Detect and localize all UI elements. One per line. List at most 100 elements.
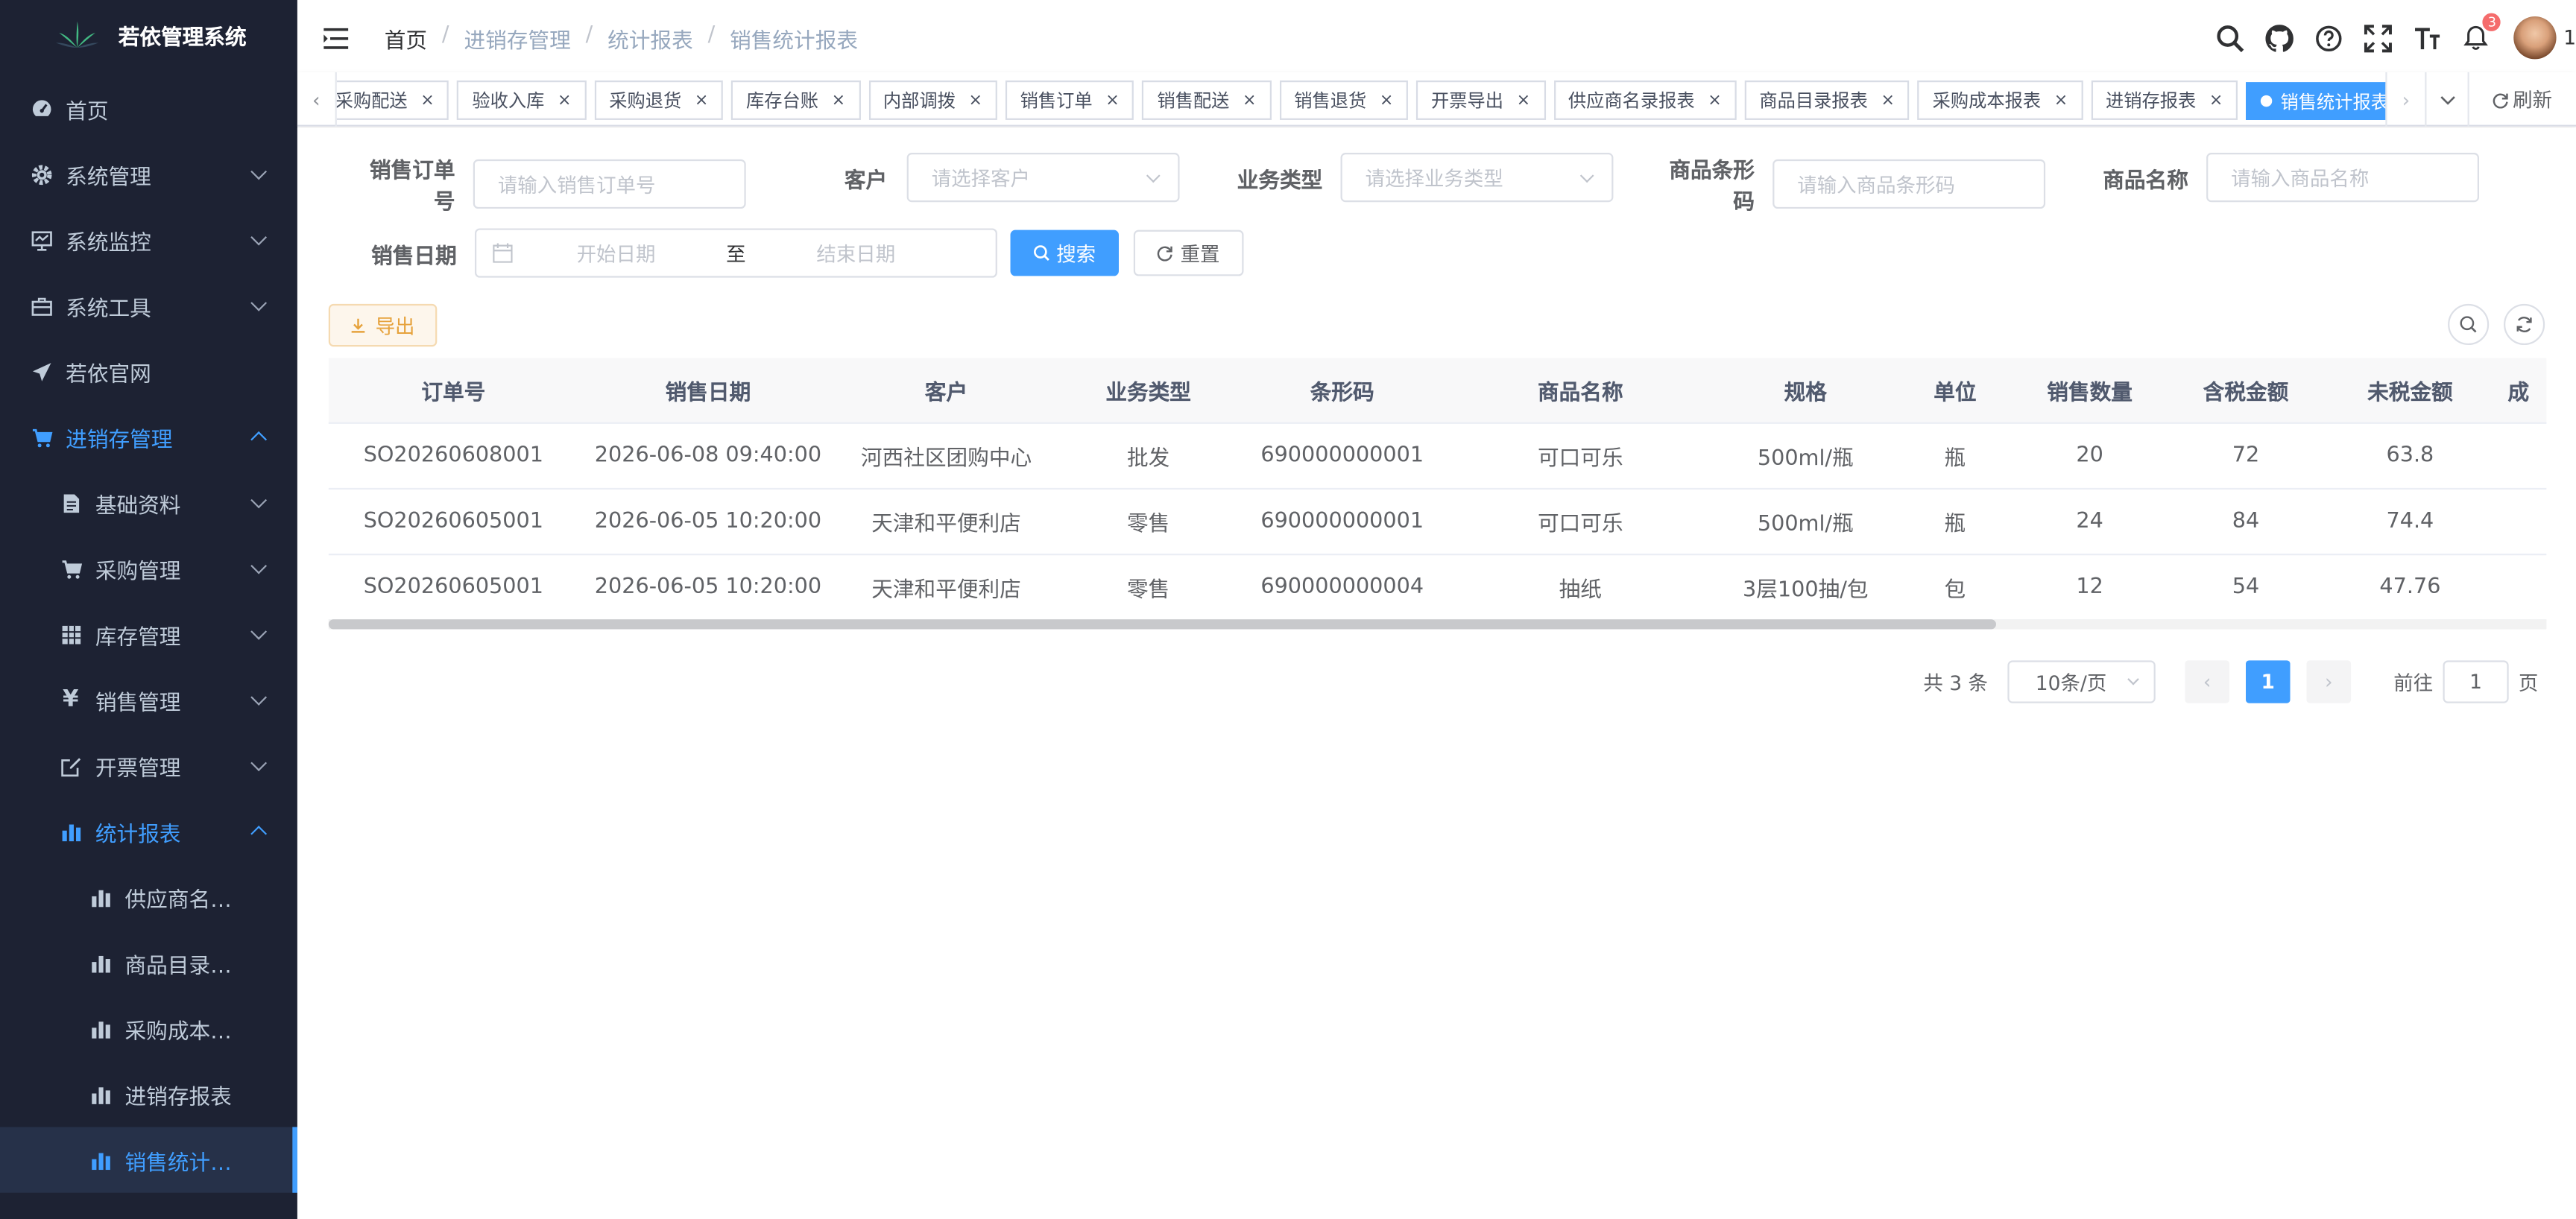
customer-label: 客户 [844,168,888,194]
sidebar-item-invoice-manage[interactable]: 开票管理 [0,732,297,798]
sidebar-item-purchase-cost-report[interactable]: 采购成本… [0,995,297,1061]
tab-tag[interactable]: 采购配送 × [336,80,449,120]
tags-scroll-left-button[interactable]: ‹ [297,72,337,127]
end-date-input[interactable]: 结束日期 [752,239,959,267]
sidebar-item-system-monitor[interactable]: 系统监控 [0,207,297,273]
tab-tag[interactable]: 商品目录报表 × [1744,80,1910,120]
close-icon[interactable]: × [1881,91,1894,109]
close-icon[interactable]: × [420,91,434,109]
close-icon[interactable]: × [1517,91,1530,109]
breadcrumb-item[interactable]: 首页 [385,23,427,54]
scrollbar-thumb[interactable] [328,619,1996,630]
order-no-input[interactable]: 请输入销售订单号 [473,159,746,209]
tab-tag[interactable]: 进销存报表 × [2091,80,2238,120]
page-number-current[interactable]: 1 [2245,660,2291,703]
prev-page-button[interactable]: ‹ [2185,660,2229,703]
search-button[interactable]: 搜索 [1010,229,1119,276]
tags-refresh-button[interactable]: 刷新 [2467,72,2576,127]
refresh-table-button[interactable] [2504,303,2545,346]
barcode-input[interactable]: 请输入商品条形码 [1772,159,2046,209]
sidebar-item-label: 系统管理 [66,165,151,190]
tab-tag-label: 采购配送 [336,90,408,112]
tab-tag[interactable]: 采购退货 × [594,80,724,120]
tab-tag[interactable]: 供应商名录报表 × [1553,80,1737,120]
chevron-down-icon [250,557,268,574]
reset-button[interactable]: 重置 [1133,229,1244,276]
sidebar-item-inventory-manage[interactable]: 进销存管理 [0,404,297,469]
table-row[interactable]: SO20260605001 2026-06-05 10:20:00 天津和平便利店 零… [328,490,2547,556]
sidebar-item-ruoyi-site[interactable]: 若依官网 [0,338,297,404]
github-icon[interactable] [2264,23,2294,53]
tab-tag-label: 销售配送 [1157,90,1230,112]
search-icon[interactable] [2215,23,2245,53]
close-icon[interactable]: × [558,91,571,109]
help-icon[interactable] [2314,23,2343,53]
tab-tag[interactable]: 库存台账 × [731,80,860,120]
logo-icon [55,21,99,48]
toggle-search-button[interactable] [2448,303,2490,346]
start-date-input[interactable]: 开始日期 [513,239,720,267]
tab-tag[interactable]: 销售配送 × [1142,80,1272,120]
goto-page-input[interactable]: 1 [2443,660,2509,703]
close-icon[interactable]: × [1380,91,1393,109]
sidebar-item-product-catalog-report[interactable]: 商品目录… [0,930,297,995]
export-button[interactable]: 导出 [328,303,438,347]
sidebar-item-home[interactable]: 首页 [0,75,297,141]
sidebar-item-basic-data[interactable]: 基础资料 [0,470,297,536]
avatar[interactable] [2514,16,2557,60]
sidebar-item-supplier-report[interactable]: 供应商名… [0,864,297,930]
tab-tag[interactable]: 销售统计报表× [2246,81,2386,120]
sidebar-item-sales-manage[interactable]: ¥ 销售管理 [0,667,297,732]
close-icon[interactable]: × [1243,91,1256,109]
close-icon[interactable]: × [1105,91,1119,109]
sidebar-item-inventory-report[interactable]: 进销存报表 [0,1061,297,1127]
hamburger-icon[interactable] [323,25,349,49]
fullscreen-icon[interactable] [2363,23,2393,53]
tags-scroll-right-button[interactable]: › [2385,72,2425,127]
sidebar-item-reports[interactable]: 统计报表 [0,799,297,864]
chevron-down-icon [250,294,268,311]
table-row[interactable]: SO20260605001 2026-06-05 10:20:00 天津和平便利店 零… [328,555,2547,621]
page-size-select[interactable]: 10条/页 [2007,660,2156,703]
customer-field: 客户 请选择客户 [844,153,1180,203]
table-row[interactable]: SO20260608001 2026-06-08 09:40:00 河西社区团购中心… [328,424,2547,490]
close-icon[interactable]: × [832,91,845,109]
sidebar-item-label: 采购成本… [124,1019,232,1045]
chevron-down-icon [1579,168,1594,183]
tab-tag[interactable]: 内部调拨 × [868,80,997,120]
user-label[interactable]: 1 [2563,26,2576,49]
logo[interactable]: 若依管理系统 [0,0,297,69]
close-icon[interactable]: × [2054,91,2068,109]
date-range-picker[interactable]: 开始日期 至 结束日期 [474,228,997,278]
biz-type-select[interactable]: 请选择业务类型 [1340,153,1614,203]
sidebar-item-system-tools[interactable]: 系统工具 [0,273,297,338]
tab-tag[interactable]: 销售订单 × [1005,80,1134,120]
close-icon[interactable]: × [695,91,708,109]
sidebar-item-sales-report[interactable]: 销售统计… [0,1127,297,1193]
tab-tag[interactable]: 开票导出 × [1416,80,1545,120]
sidebar-item-purchase-manage[interactable]: 采购管理 [0,536,297,601]
table-cell: 24 [2076,509,2103,534]
tab-tag-label: 进销存报表 [2105,90,2197,112]
breadcrumb-item: 销售统计报表 [730,29,859,54]
close-icon[interactable]: × [968,91,982,109]
close-icon[interactable]: × [1708,91,1721,109]
tab-tag[interactable]: 采购成本报表 × [1917,80,2083,120]
sidebar-item-stock-manage[interactable]: 库存管理 [0,601,297,667]
customer-select[interactable]: 请选择客户 [906,153,1180,203]
product-name-input[interactable]: 请输入商品名称 [2206,153,2479,203]
breadcrumb-item: 统计报表 [607,29,693,54]
close-icon[interactable]: × [2209,91,2223,109]
bell-icon[interactable]: 3 [2462,11,2503,53]
table-cell: 47.76 [2379,574,2441,600]
tab-tag[interactable]: 销售退货 × [1279,80,1409,120]
pagination: 共 3 条 10条/页 ‹ 1 › 前往 1 页 [1923,660,2538,703]
tags-dropdown-button[interactable] [2425,72,2467,127]
font-size-icon[interactable] [2412,23,2442,53]
sidebar-item-system-manage[interactable]: 系统管理 [0,142,297,207]
table-horizontal-scrollbar[interactable] [328,619,2547,630]
next-page-button[interactable]: › [2306,660,2351,703]
tab-tag[interactable]: 验收入库 × [457,80,587,120]
column-header: 规格 [1784,381,1827,406]
tags-view: ‹ 采购配送 × 验收入库 × 采购退货 × 库存台账 × 内部调拨 × 销售订单 × 销售配送 × 销售退… [297,72,2576,127]
